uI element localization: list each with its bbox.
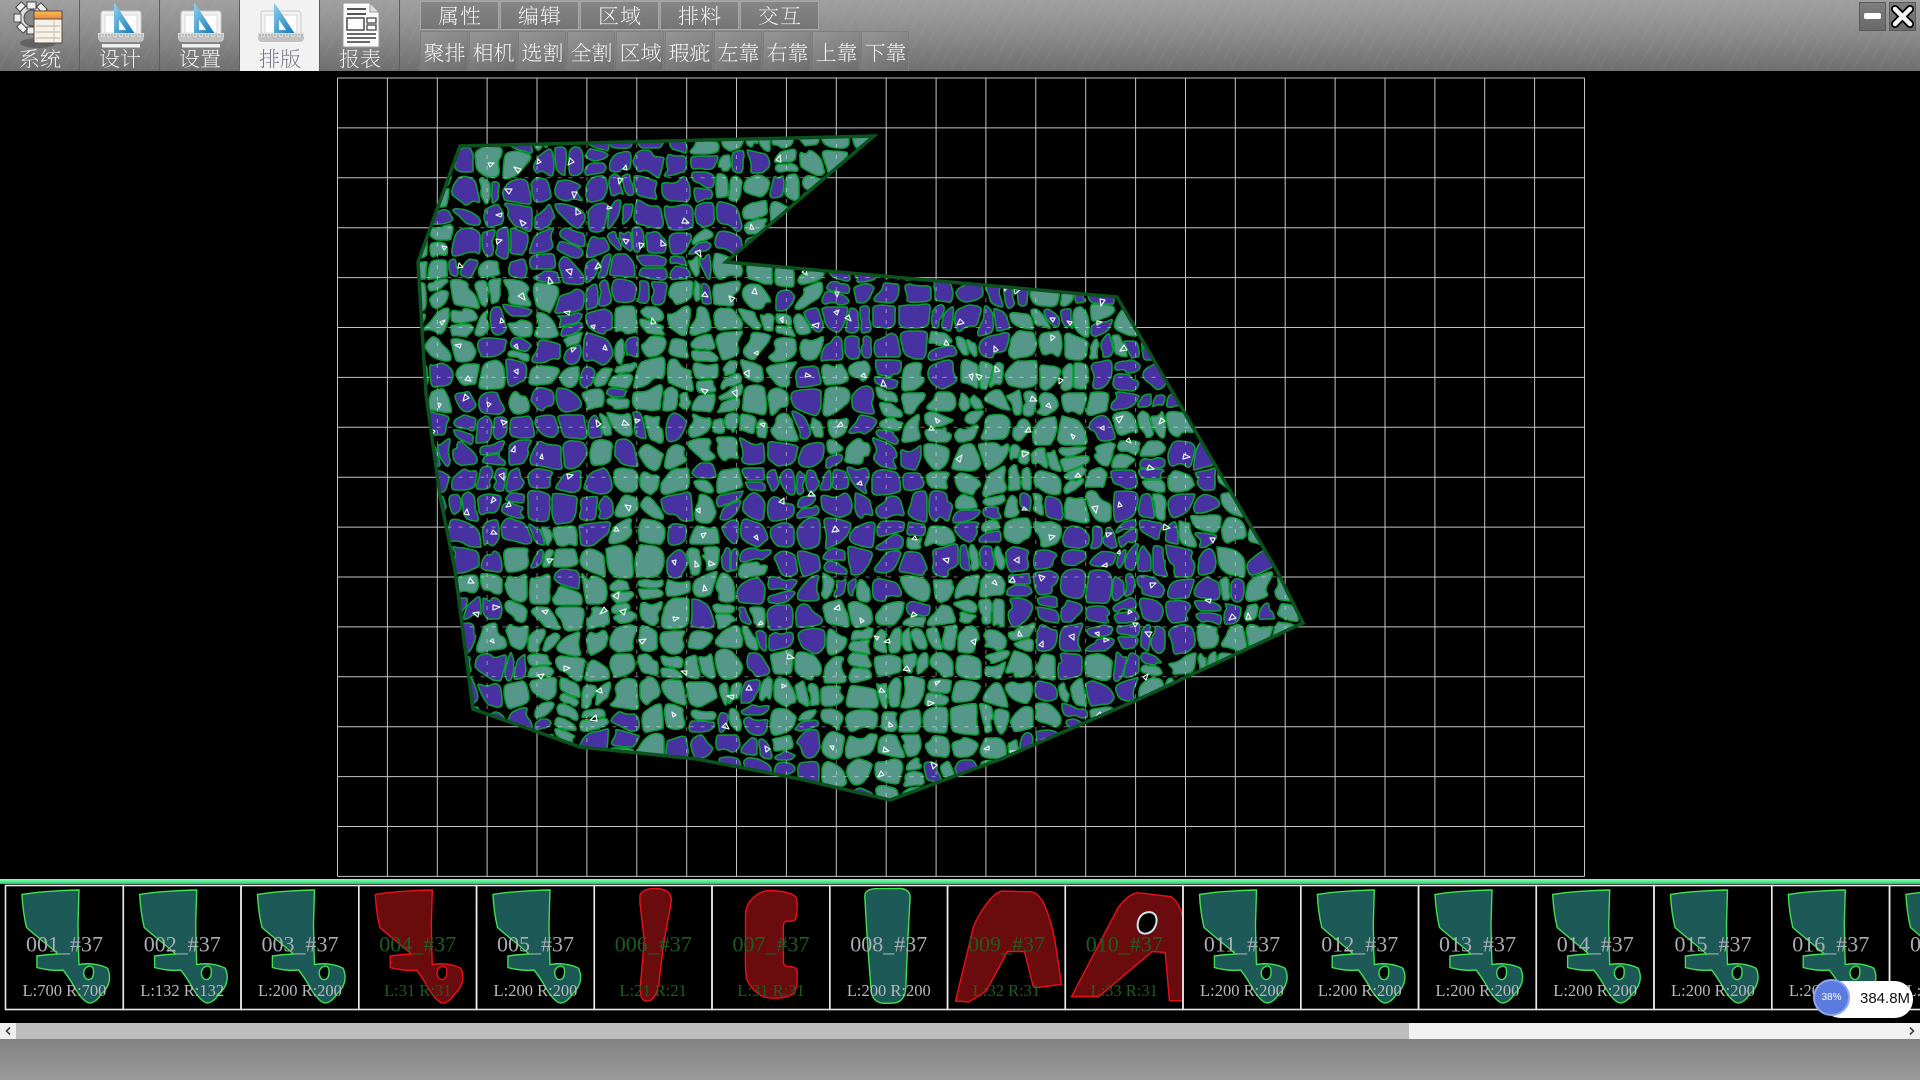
svg-text:001_#37: 001_#37 [26, 932, 103, 957]
svg-text:L:200 R:200: L:200 R:200 [494, 981, 578, 1000]
svg-text:L:21 R:21: L:21 R:21 [620, 981, 687, 1000]
svg-text:011_#37: 011_#37 [1204, 932, 1280, 957]
svg-text:013_#37: 013_#37 [1439, 932, 1516, 957]
svg-text:L:200 R:200: L:200 R:200 [258, 981, 342, 1000]
svg-text:005_#37: 005_#37 [497, 932, 574, 957]
svg-text:L:32 R:31: L:32 R:31 [973, 981, 1040, 1000]
svg-text:017_#37: 017_#37 [1910, 932, 1920, 957]
svg-text:015_#37: 015_#37 [1675, 932, 1752, 957]
svg-text:L:700 R:700: L:700 R:700 [23, 981, 107, 1000]
svg-text:L:200 R:200: L:200 R:200 [1553, 981, 1637, 1000]
svg-text:L:31 R:31: L:31 R:31 [384, 981, 451, 1000]
svg-text:012_#37: 012_#37 [1321, 932, 1398, 957]
svg-text:L:200 R:200: L:200 R:200 [1671, 981, 1755, 1000]
svg-text:016_#37: 016_#37 [1792, 932, 1869, 957]
svg-text:002_#37: 002_#37 [144, 932, 221, 957]
svg-text:L:31 R:31: L:31 R:31 [737, 981, 804, 1000]
svg-text:L:200 R:200: L:200 R:200 [1200, 981, 1284, 1000]
svg-text:L:200 R:200: L:200 R:200 [847, 981, 931, 1000]
svg-text:003_#37: 003_#37 [262, 932, 339, 957]
svg-text:008_#37: 008_#37 [850, 932, 927, 957]
svg-text:007_#37: 007_#37 [733, 932, 810, 957]
svg-text:L:132 R:132: L:132 R:132 [140, 981, 224, 1000]
svg-text:L:33 R:31: L:33 R:31 [1091, 981, 1158, 1000]
svg-text:006_#37: 006_#37 [615, 932, 692, 957]
svg-text:009_#37: 009_#37 [968, 932, 1045, 957]
svg-text:004_#37: 004_#37 [379, 932, 456, 957]
svg-text:014_#37: 014_#37 [1557, 932, 1634, 957]
svg-text:010_#37: 010_#37 [1086, 932, 1163, 957]
svg-text:L:200 R:200: L:200 R:200 [1436, 981, 1520, 1000]
svg-text:L:200 R:200: L:200 R:200 [1318, 981, 1402, 1000]
